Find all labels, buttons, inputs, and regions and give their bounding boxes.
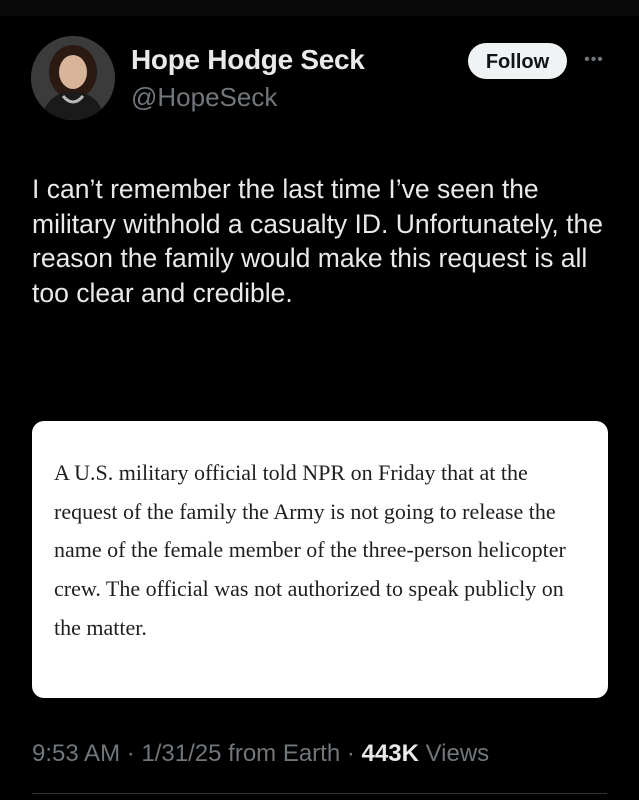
follow-button[interactable]: Follow bbox=[468, 43, 567, 79]
attached-image-card[interactable]: A U.S. military official told NPR on Fri… bbox=[32, 421, 608, 698]
tweet-time[interactable]: 9:53 AM bbox=[32, 740, 120, 767]
tweet-meta: 9:53 AM · 1/31/25 from Earth · 443K View… bbox=[32, 740, 489, 768]
author-display-name[interactable]: Hope Hodge Seck bbox=[131, 44, 365, 76]
tweet-date[interactable]: 1/31/25 bbox=[141, 740, 221, 767]
attached-image-text: A U.S. military official told NPR on Fri… bbox=[54, 460, 566, 640]
meta-separator: · bbox=[126, 740, 135, 767]
top-strip bbox=[0, 0, 639, 16]
divider bbox=[32, 793, 607, 794]
avatar-photo-icon bbox=[31, 36, 115, 120]
views-label: Views bbox=[425, 740, 490, 767]
author-handle[interactable]: @HopeSeck bbox=[131, 82, 277, 113]
meta-separator-2: · bbox=[346, 740, 355, 767]
more-horizontal-icon[interactable]: ••• bbox=[582, 50, 606, 70]
views-count: 443K bbox=[361, 740, 419, 767]
avatar[interactable] bbox=[31, 36, 115, 120]
tweet-source: from Earth bbox=[228, 740, 341, 767]
tweet-text: I can’t remember the last time I’ve seen… bbox=[32, 174, 603, 308]
